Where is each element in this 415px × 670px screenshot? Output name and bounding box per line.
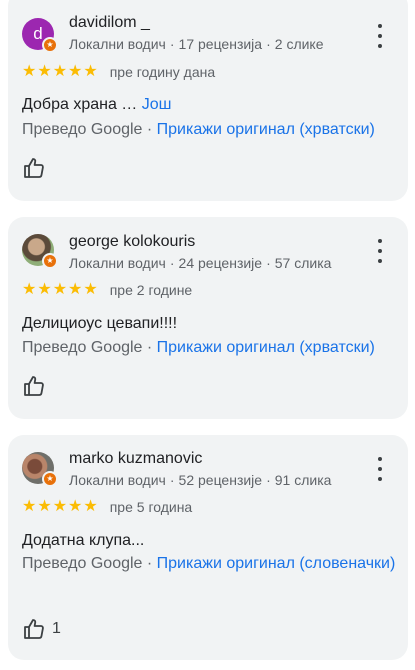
translation-note: Преведо Google · Прикажи оригинал (хрват… [22, 121, 375, 138]
reviewer-name[interactable]: davidilom _ [69, 14, 150, 32]
thumb-up-icon [24, 376, 44, 396]
star-rating: ★ ★ ★ ★ ★ [22, 64, 98, 80]
review-date: пре 2 године [109, 282, 193, 298]
translation-note: Преведо Google · Прикажи оригинал (хрват… [22, 339, 375, 356]
local-guide-badge-icon: ★ [42, 471, 58, 487]
star-icon: ★ [22, 281, 37, 298]
reviewer-meta: Локални водич · 52 рецензије · 91 слика [69, 472, 332, 488]
reviewer-meta: Локални водич · 24 рецензије · 57 слика [69, 255, 332, 271]
review-card: d ★ davidilom _ Локални водич · 17 рецензи… [8, 0, 408, 201]
show-original-link[interactable]: Прикажи оригинал (хрватски) [157, 121, 375, 138]
rating-row: ★ ★ ★ ★ ★ пре 5 година [22, 499, 193, 516]
star-rating: ★ ★ ★ ★ ★ [22, 282, 98, 298]
avatar[interactable]: d ★ [22, 18, 58, 53]
more-vert-icon[interactable] [374, 239, 386, 263]
star-icon: ★ [37, 498, 52, 515]
star-icon: ★ [83, 498, 98, 515]
review-card: ★ marko kuzmanovic Локални водич · 52 реце… [8, 435, 408, 660]
review-text: Додатна клупа... [22, 532, 145, 549]
star-icon: ★ [37, 281, 52, 298]
like-button[interactable]: 1 [22, 617, 61, 641]
like-button[interactable] [22, 374, 52, 398]
review-text: Делициоус цевапи!!!! [22, 315, 178, 332]
reviewer-meta: Локални водич · 17 рецензија · 2 слике [69, 36, 324, 52]
more-link[interactable]: Још [142, 96, 172, 113]
local-guide-badge-icon: ★ [42, 37, 58, 53]
rating-row: ★ ★ ★ ★ ★ пре 2 године [22, 282, 193, 299]
avatar[interactable]: ★ [22, 234, 58, 269]
rating-row: ★ ★ ★ ★ ★ пре годину дана [22, 64, 216, 81]
review-card: ★ george kolokouris Локални водич · 24 рец… [8, 217, 408, 419]
reviewer-name[interactable]: george kolokouris [69, 233, 195, 251]
star-icon: ★ [83, 63, 98, 80]
like-button[interactable] [22, 156, 52, 180]
star-icon: ★ [52, 281, 68, 298]
more-vert-icon[interactable] [374, 24, 386, 48]
star-rating: ★ ★ ★ ★ ★ [22, 499, 98, 515]
show-original-link[interactable]: Прикажи оригинал (словеначки) [157, 555, 396, 572]
local-guide-badge-icon: ★ [42, 253, 58, 269]
reviews-list: d ★ davidilom _ Локални водич · 17 рецензи… [0, 0, 415, 670]
star-icon: ★ [83, 281, 98, 298]
star-icon: ★ [68, 63, 83, 80]
review-date: пре годину дана [109, 64, 216, 80]
like-count: 1 [52, 620, 61, 637]
thumb-up-icon [24, 158, 44, 178]
star-icon: ★ [52, 63, 68, 80]
star-icon: ★ [22, 63, 37, 80]
review-date: пре 5 година [109, 499, 193, 515]
star-icon: ★ [22, 498, 37, 515]
more-vert-icon[interactable] [374, 457, 386, 481]
thumb-up-icon [24, 619, 44, 639]
star-icon: ★ [68, 498, 83, 515]
avatar[interactable]: ★ [22, 452, 58, 487]
star-icon: ★ [37, 63, 52, 80]
show-original-link[interactable]: Прикажи оригинал (хрватски) [157, 339, 375, 356]
translation-note: Преведо Google · Прикажи оригинал (слове… [22, 555, 396, 572]
reviewer-name[interactable]: marko kuzmanovic [69, 450, 202, 468]
star-icon: ★ [52, 498, 68, 515]
star-icon: ★ [68, 281, 83, 298]
review-text: Добра храна … Још [22, 96, 172, 113]
